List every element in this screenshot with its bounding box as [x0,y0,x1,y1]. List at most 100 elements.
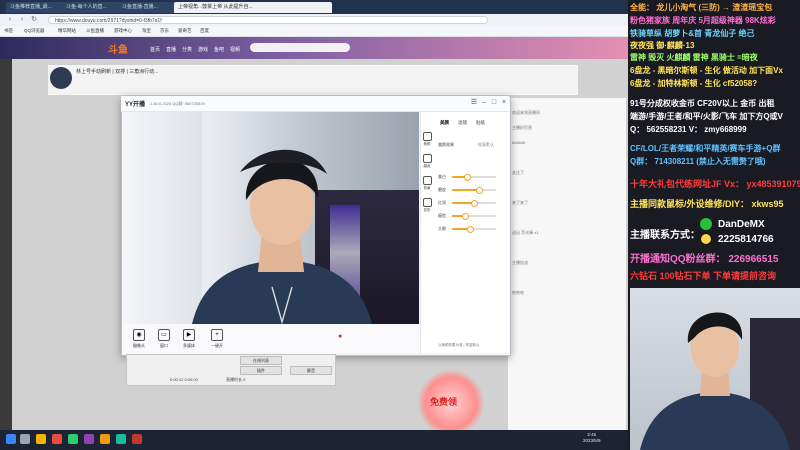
beauty-toggle-label[interactable]: 美颜效果 [438,142,454,148]
mute-button[interactable]: 静音 [290,366,332,375]
beauty-panel-footer: 以美颜效果为准 | 恢复默认 [438,343,480,347]
nav-link[interactable]: 视频 [230,46,240,53]
overlay-line: 2225814766 [718,234,774,245]
app-icon[interactable] [116,434,126,444]
nav-link[interactable]: 游戏 [198,46,208,53]
search-icon[interactable] [20,434,30,444]
record-icon[interactable]: ● [338,333,346,341]
tab-sticker[interactable]: 贴纸 [476,120,485,126]
beauty-slider-thin-face[interactable]: 瘦脸 [438,213,500,220]
nav-link[interactable]: 直播 [166,46,176,53]
bookmark-item[interactable]: 精华网站 [58,27,76,35]
folder-icon[interactable] [36,434,46,444]
background-icon-shape [422,176,432,185]
bookmark-item[interactable]: 书签 [4,27,13,35]
overlay-line: 6盘龙 - 黑暗尔斯顿 - 生化 做活动 加下面Vx [630,66,783,75]
beauty-slider-big-eye[interactable]: 大眼 [438,226,500,233]
chat-message: 欢迎来到直播间 [512,110,540,115]
site-logo[interactable]: 斗鱼 [108,41,128,56]
quick-start-tool-button[interactable]: + 一键开 [202,329,232,349]
slider-track [452,174,496,181]
chat-message: 666666 [512,140,526,145]
slider-handle[interactable] [476,187,484,194]
overlay-line: 91号分成权收金币 CF20V以上 金币 出租 [630,99,775,108]
slider-label: 大眼 [438,226,446,231]
slider-handle[interactable] [464,174,472,181]
nav-link[interactable]: 鱼吧 [214,46,224,53]
tab-label: 斗鱼推荐直播_最... [10,4,52,10]
nav-link[interactable]: 首页 [150,46,160,53]
avatar[interactable] [50,67,72,89]
clock-date: 2023/5/9 [583,438,601,443]
slider-label: 磨皮 [438,187,446,192]
browser-tab[interactable]: 斗鱼直播-直播... [118,2,178,13]
room-title: 林上号手动刷新 | 双排 | 三角洲行动... [76,69,159,75]
slider-handle[interactable] [462,213,470,220]
browser-tab[interactable]: 斗鱼推荐直播_最... [6,2,66,13]
beauty-icon[interactable]: 美颜 [421,132,433,147]
slider-fill [452,189,480,191]
gift-promo-label: 免费领 [430,397,458,407]
slider-handle[interactable] [466,226,474,233]
smooth-icon[interactable]: 磨皮 [421,154,433,169]
online-list-button[interactable]: 在线列表 [240,356,282,365]
app-icon[interactable] [132,434,142,444]
app-icon[interactable] [84,434,94,444]
app-icon[interactable] [100,434,110,444]
bookmark-item[interactable]: 淘宝 [142,27,151,35]
beauty-slider-rosy[interactable]: 红润 [438,200,500,207]
browser-tab-bar: 斗鱼推荐直播_最... 斗鱼-每个人的直... 斗鱼直播-直播... 上帝视角.… [0,0,628,14]
slider-track [452,213,496,220]
reshape-icon[interactable]: 变形 [421,198,433,213]
nav-link[interactable]: 分类 [182,46,192,53]
plugin-button[interactable]: 插件 [240,366,282,375]
app-icon[interactable] [52,434,62,444]
start-icon[interactable] [6,434,16,444]
side-icon-label: 美颜 [423,142,431,146]
plus-icon: + [211,329,223,341]
taskbar-clock[interactable]: 2:45 2023/5/9 [583,432,601,444]
side-icon-label: 变形 [423,208,431,212]
bookmark-item[interactable]: QQ浏览器 [24,27,45,35]
beauty-slider-smooth[interactable]: 磨皮 [438,187,500,194]
minimize-icon[interactable]: – [480,99,488,107]
media-tool-button[interactable]: ▶ 多媒体 [174,329,204,349]
overlay-line: Q： 562558231 V： zmy668999 [630,125,747,134]
url-input[interactable]: https://www.douyu.com/2971?dyshid=0-f3fb… [48,16,488,24]
refresh-icon[interactable]: ↻ [30,16,38,24]
bookmark-item[interactable]: 游戏中心 [114,27,132,35]
overlay-line: 主播联系方式： [630,230,700,241]
tab-label: 上帝视角...鼓掌上帝 从此提升自... [178,4,253,10]
bookmarks-bar: 书签 QQ浏览器 精华网站 斗鱼直播 游戏中心 淘宝 京东 爱奇艺 百度 [0,26,628,37]
overlay-line: 端游/手游/王者/和平/火影/飞车 加下方Q或V [630,112,783,121]
reset-default-button[interactable]: 恢复默认 [478,142,494,148]
qq-icon [700,233,712,245]
chat-message: 主播好厉害 [512,125,532,130]
tab-beauty[interactable]: 美颜 [440,120,449,126]
mini-camera-feed [630,288,800,450]
background-icon[interactable]: 背景 [421,176,433,191]
slider-handle[interactable] [471,200,478,207]
slider-track [452,187,496,194]
site-search-input[interactable] [250,43,350,52]
back-icon[interactable]: ‹ [6,16,14,24]
tab-label: 斗鱼-每个人的直... [66,4,107,10]
tab-filter[interactable]: 滤镜 [458,120,467,126]
media-icon: ▶ [183,329,195,341]
settings-icon[interactable]: ☰ [470,99,478,107]
bookmark-item[interactable]: 百度 [200,27,209,35]
close-icon[interactable]: × [500,99,508,107]
bookmark-item[interactable]: 斗鱼直播 [86,27,104,35]
browser-tab-active[interactable]: 上帝视角...鼓掌上帝 从此提升自... [174,2,332,13]
reshape-icon-shape [422,198,432,207]
chat-message: 关注了 [512,170,524,175]
bookmark-item[interactable]: 京东 [160,27,169,35]
maximize-icon[interactable]: □ [490,99,498,107]
app-icon[interactable] [68,434,78,444]
slider-label: 红润 [438,200,446,205]
bookmark-item[interactable]: 爱奇艺 [178,27,192,35]
browser-tab[interactable]: 斗鱼-每个人的直... [62,2,122,13]
forward-icon[interactable]: › [18,16,26,24]
beauty-slider-whiten[interactable]: 美白 [438,174,500,181]
streamer-figure [192,149,372,324]
